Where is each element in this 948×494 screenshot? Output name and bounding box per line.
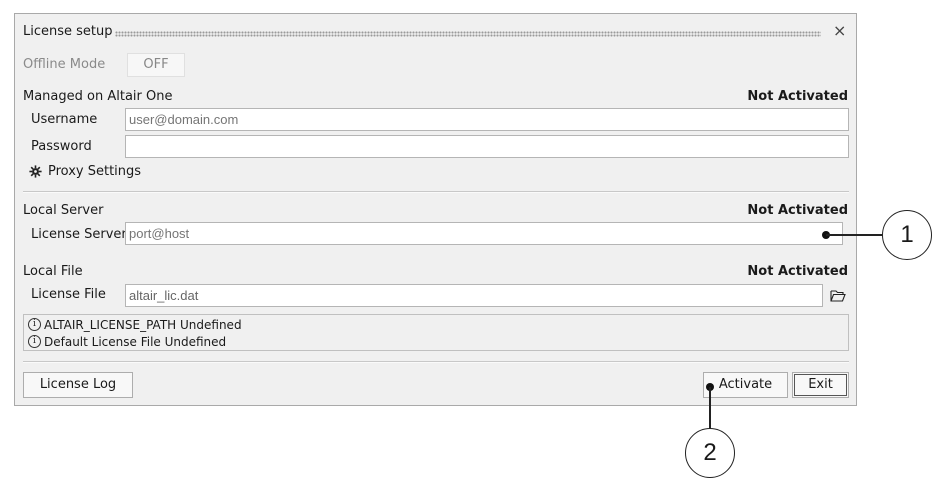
managed-heading: Managed on Altair One (23, 89, 173, 104)
local-file-heading: Local File (23, 264, 83, 279)
info-icon: i (28, 318, 41, 331)
folder-open-icon[interactable] (830, 290, 846, 302)
callout-1-leader-line (826, 234, 882, 236)
proxy-settings-link[interactable]: Proxy Settings (29, 164, 141, 179)
username-input[interactable] (125, 108, 849, 131)
gear-icon (29, 165, 42, 178)
local-server-heading: Local Server (23, 203, 104, 218)
license-info-box: i ALTAIR_LICENSE_PATH Undefined i Defaul… (23, 314, 849, 351)
username-label: Username (31, 112, 98, 127)
local-file-status-badge: Not Activated (747, 264, 848, 279)
activate-button[interactable]: Activate (703, 372, 788, 398)
license-setup-dialog: License setup × Offline Mode OFF Managed… (14, 13, 857, 406)
offline-mode-toggle[interactable]: OFF (127, 53, 185, 77)
info-default-file-text: Default License File Undefined (44, 334, 227, 349)
local-server-status-badge: Not Activated (747, 203, 848, 218)
callout-1-circle: 1 (882, 210, 932, 260)
callout-2-leader-line (709, 387, 711, 429)
window-title: License setup (23, 24, 113, 39)
exit-button[interactable]: Exit (792, 372, 849, 398)
separator-1 (23, 191, 849, 193)
title-drag-grip[interactable] (115, 31, 821, 37)
close-icon[interactable]: × (833, 21, 846, 40)
callout-2-circle: 2 (685, 428, 735, 478)
proxy-settings-label: Proxy Settings (48, 164, 142, 179)
managed-status-badge: Not Activated (747, 89, 848, 104)
info-row-license-path: i ALTAIR_LICENSE_PATH Undefined (28, 316, 242, 333)
separator-2 (23, 361, 849, 363)
info-row-default-file: i Default License File Undefined (28, 333, 226, 350)
license-file-input[interactable] (125, 284, 823, 307)
license-file-label: License File (31, 287, 106, 302)
info-icon: i (28, 335, 41, 348)
license-server-label: License Server (31, 227, 127, 242)
license-log-button[interactable]: License Log (23, 372, 133, 398)
password-input[interactable] (125, 135, 849, 158)
password-label: Password (31, 139, 92, 154)
info-license-path-text: ALTAIR_LICENSE_PATH Undefined (44, 317, 242, 332)
license-server-input[interactable] (125, 222, 843, 245)
offline-mode-label: Offline Mode (23, 57, 106, 72)
